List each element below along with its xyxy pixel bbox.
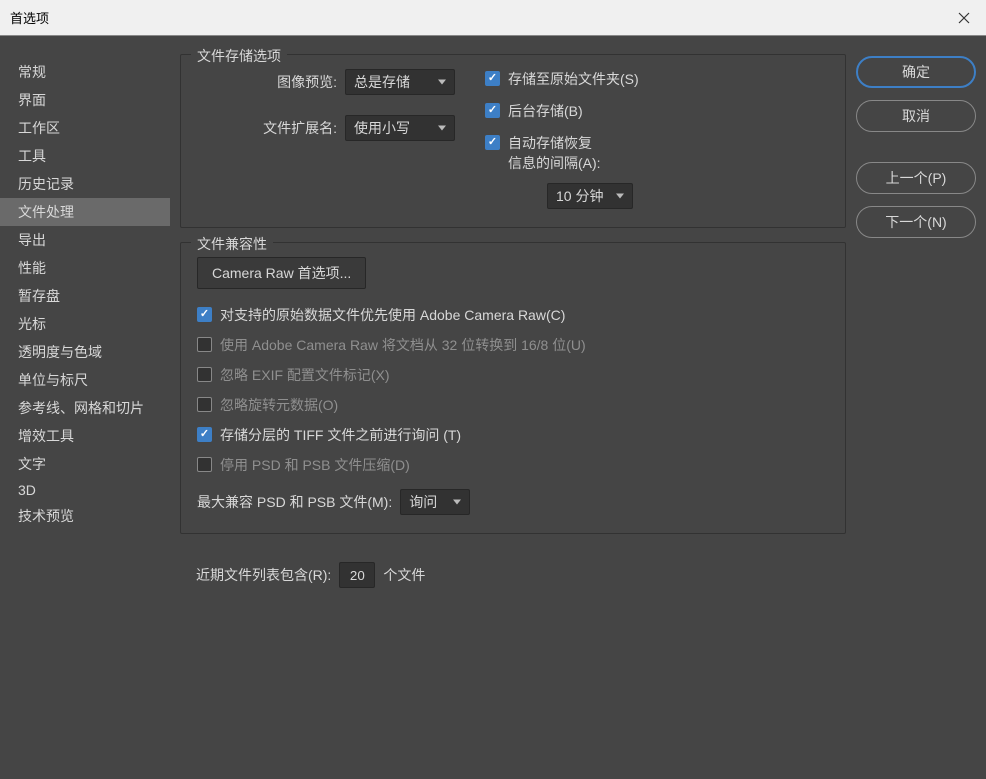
- checkbox-icon: [197, 427, 212, 442]
- checkbox-label: 存储至原始文件夹(S): [508, 69, 639, 89]
- checkbox-icon: [197, 307, 212, 322]
- group-title-compat: 文件兼容性: [191, 234, 273, 254]
- cancel-button[interactable]: 取消: [856, 100, 976, 132]
- sidebar-item-label: 单位与标尺: [18, 372, 88, 388]
- sidebar-item-cursor[interactable]: 光标: [0, 310, 170, 338]
- ok-button[interactable]: 确定: [856, 56, 976, 88]
- checkbox-icon: [485, 135, 500, 150]
- sidebar-item-scratch[interactable]: 暂存盘: [0, 282, 170, 310]
- label-max-compat: 最大兼容 PSD 和 PSB 文件(M):: [197, 492, 392, 512]
- content: 文件存储选项 图像预览: 总是存储 文件扩展名: 使用小写: [170, 36, 986, 779]
- sidebar-item-label: 增效工具: [18, 428, 74, 444]
- sidebar-item-tech-preview[interactable]: 技术预览: [0, 502, 170, 530]
- checkbox-32to16[interactable]: 使用 Adobe Camera Raw 将文档从 32 位转换到 16/8 位(…: [197, 335, 829, 355]
- sidebar-item-label: 常规: [18, 64, 46, 80]
- sidebar-item-label: 工具: [18, 148, 46, 164]
- select-max-compat[interactable]: 询问: [400, 489, 470, 515]
- checkbox-icon: [485, 103, 500, 118]
- checkbox-save-original[interactable]: 存储至原始文件夹(S): [485, 69, 639, 89]
- camera-raw-prefs-button[interactable]: Camera Raw 首选项...: [197, 257, 366, 289]
- checkbox-label: 自动存储恢复 信息的间隔(A):: [508, 133, 601, 173]
- sidebar-item-label: 暂存盘: [18, 288, 60, 304]
- sidebar-item-label: 参考线、网格和切片: [18, 400, 144, 416]
- select-image-preview[interactable]: 总是存储: [345, 69, 455, 95]
- label-recent-suffix: 个文件: [383, 565, 425, 585]
- group-compat: 文件兼容性 Camera Raw 首选项... 对支持的原始数据文件优先使用 A…: [180, 242, 846, 534]
- sidebar-item-label: 光标: [18, 316, 46, 332]
- sidebar-item-label: 透明度与色域: [18, 344, 102, 360]
- sidebar-item-label: 界面: [18, 92, 46, 108]
- input-recent-count[interactable]: [339, 562, 375, 588]
- sidebar-item-3d[interactable]: 3D: [0, 478, 170, 502]
- sidebar-item-label: 性能: [18, 260, 46, 276]
- sidebar-item-performance[interactable]: 性能: [0, 254, 170, 282]
- checkbox-prefer-raw[interactable]: 对支持的原始数据文件优先使用 Adobe Camera Raw(C): [197, 305, 829, 325]
- buttons-column: 确定 取消 上一个(P) 下一个(N): [856, 54, 976, 779]
- checkbox-background-save[interactable]: 后台存储(B): [485, 101, 639, 121]
- label-file-ext: 文件扩展名:: [197, 118, 337, 138]
- prev-button[interactable]: 上一个(P): [856, 162, 976, 194]
- checkbox-label: 使用 Adobe Camera Raw 将文档从 32 位转换到 16/8 位(…: [220, 335, 586, 355]
- label-image-preview: 图像预览:: [197, 72, 337, 92]
- checkbox-icon: [485, 71, 500, 86]
- sidebar: 常规界面工作区工具历史记录文件处理导出性能暂存盘光标透明度与色域单位与标尺参考线…: [0, 36, 170, 779]
- sidebar-item-label: 技术预览: [18, 508, 74, 524]
- checkbox-label: 停用 PSD 和 PSB 文件压缩(D): [220, 455, 410, 475]
- checkbox-icon: [197, 397, 212, 412]
- sidebar-item-label: 工作区: [18, 120, 60, 136]
- checkbox-disable-psd-compress[interactable]: 停用 PSD 和 PSB 文件压缩(D): [197, 455, 829, 475]
- select-file-ext[interactable]: 使用小写: [345, 115, 455, 141]
- sidebar-item-type[interactable]: 文字: [0, 450, 170, 478]
- select-auto-save-interval[interactable]: 10 分钟: [547, 183, 633, 209]
- sidebar-item-export[interactable]: 导出: [0, 226, 170, 254]
- sidebar-item-label: 3D: [18, 482, 36, 498]
- checkbox-label: 忽略 EXIF 配置文件标记(X): [220, 365, 390, 385]
- sidebar-item-guides[interactable]: 参考线、网格和切片: [0, 394, 170, 422]
- sidebar-item-transparency[interactable]: 透明度与色域: [0, 338, 170, 366]
- sidebar-item-label: 文件处理: [18, 204, 74, 220]
- sidebar-item-workspace[interactable]: 工作区: [0, 114, 170, 142]
- sidebar-item-units[interactable]: 单位与标尺: [0, 366, 170, 394]
- close-button[interactable]: [941, 0, 986, 36]
- checkbox-icon: [197, 337, 212, 352]
- checkbox-ignore-exif[interactable]: 忽略 EXIF 配置文件标记(X): [197, 365, 829, 385]
- recent-files-row: 近期文件列表包含(R): 个文件: [180, 548, 846, 588]
- label-recent: 近期文件列表包含(R):: [196, 565, 331, 585]
- checkbox-ignore-rotation[interactable]: 忽略旋转元数据(O): [197, 395, 829, 415]
- group-file-storage: 文件存储选项 图像预览: 总是存储 文件扩展名: 使用小写: [180, 54, 846, 228]
- window-title: 首选项: [10, 8, 49, 27]
- sidebar-item-general[interactable]: 常规: [0, 58, 170, 86]
- checkbox-icon: [197, 457, 212, 472]
- checkbox-ask-tiff[interactable]: 存储分层的 TIFF 文件之前进行询问 (T): [197, 425, 829, 445]
- panels: 文件存储选项 图像预览: 总是存储 文件扩展名: 使用小写: [180, 54, 846, 779]
- checkbox-label: 存储分层的 TIFF 文件之前进行询问 (T): [220, 425, 461, 445]
- checkbox-icon: [197, 367, 212, 382]
- sidebar-item-label: 文字: [18, 456, 46, 472]
- sidebar-item-file-handling[interactable]: 文件处理: [0, 198, 170, 226]
- checkbox-auto-save[interactable]: 自动存储恢复 信息的间隔(A):: [485, 133, 639, 173]
- checkbox-label: 后台存储(B): [508, 101, 583, 121]
- next-button[interactable]: 下一个(N): [856, 206, 976, 238]
- sidebar-item-plugins[interactable]: 增效工具: [0, 422, 170, 450]
- checkbox-label: 忽略旋转元数据(O): [220, 395, 338, 415]
- close-icon: [958, 12, 970, 24]
- checkbox-label: 对支持的原始数据文件优先使用 Adobe Camera Raw(C): [220, 305, 565, 325]
- sidebar-item-tools[interactable]: 工具: [0, 142, 170, 170]
- main: 常规界面工作区工具历史记录文件处理导出性能暂存盘光标透明度与色域单位与标尺参考线…: [0, 36, 986, 779]
- sidebar-item-history[interactable]: 历史记录: [0, 170, 170, 198]
- group-title-storage: 文件存储选项: [191, 46, 287, 66]
- sidebar-item-label: 导出: [18, 232, 46, 248]
- sidebar-item-label: 历史记录: [18, 176, 74, 192]
- sidebar-item-interface[interactable]: 界面: [0, 86, 170, 114]
- titlebar: 首选项: [0, 0, 986, 36]
